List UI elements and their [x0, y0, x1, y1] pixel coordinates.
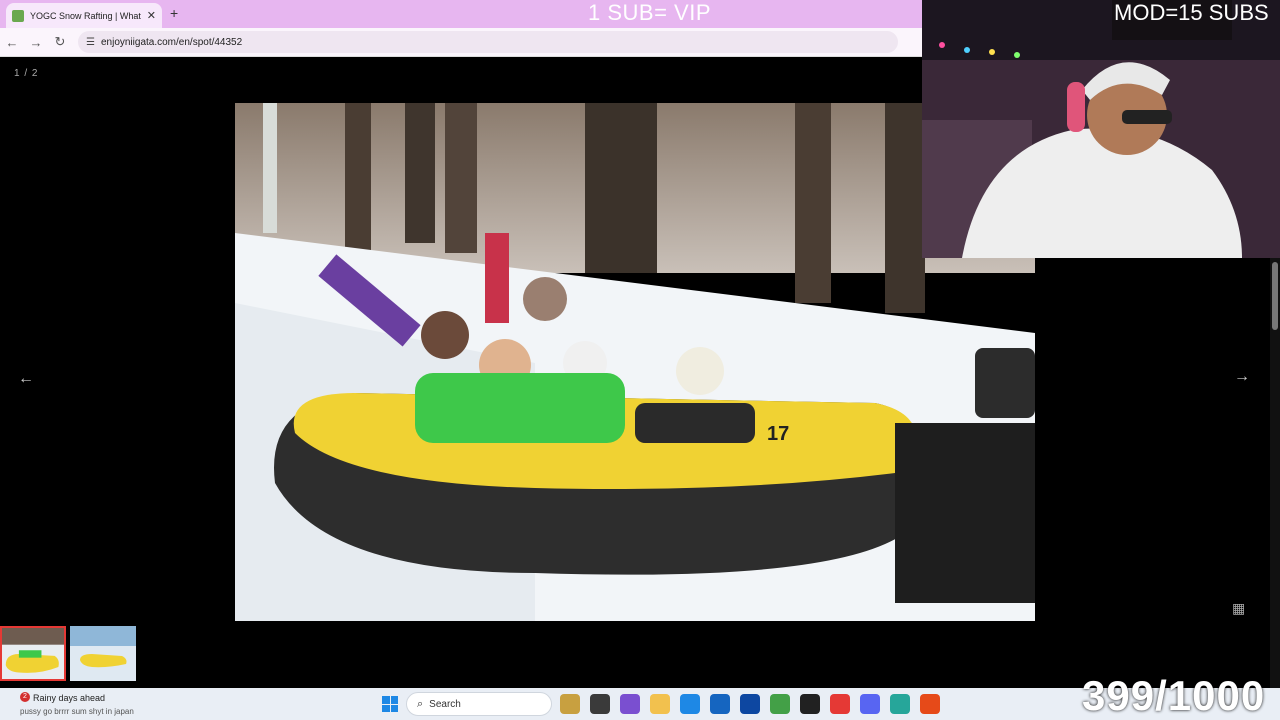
streamer-webcam — [922, 0, 1280, 258]
file-explorer-icon[interactable] — [650, 694, 670, 714]
forward-arrow-icon[interactable]: → — [24, 35, 48, 50]
stream-overlay-progress-counter: 399/1000 — [1082, 672, 1266, 719]
discord-icon[interactable] — [860, 694, 880, 714]
notepad-icon[interactable] — [890, 694, 910, 714]
tab-title: YOGC Snow Rafting | What to Do in Niigat… — [30, 10, 141, 21]
screen: YOGC Snow Rafting | What to Do in Niigat… — [0, 0, 1280, 720]
outlook-icon[interactable] — [740, 694, 760, 714]
previous-image-arrow-icon[interactable]: ← — [18, 370, 34, 388]
search-icon: ⌕ — [417, 697, 424, 710]
site-favicon-icon — [12, 9, 24, 22]
scrollbar[interactable] — [1270, 258, 1280, 688]
svg-text:17: 17 — [767, 423, 789, 445]
pinned-apps — [560, 694, 940, 714]
gallery-grid-icon[interactable]: ▦ — [1232, 600, 1245, 617]
thumbnail-1[interactable] — [0, 626, 66, 681]
close-tab-icon[interactable]: ✕ — [147, 9, 156, 22]
site-info-icon[interactable]: ☰ — [86, 37, 95, 48]
app-icon-2[interactable] — [920, 694, 940, 714]
new-tab-button[interactable]: + — [170, 5, 178, 21]
taskbar-search[interactable]: ⌕ Search — [406, 692, 552, 716]
next-image-arrow-icon[interactable]: → — [1234, 368, 1250, 386]
url-field[interactable]: ☰ enjoyniigata.com/en/spot/44352 — [78, 31, 898, 53]
back-arrow-icon[interactable]: ← — [0, 35, 24, 50]
tab-bar: YOGC Snow Rafting | What to Do in Niigat… — [0, 0, 922, 28]
thumbnail-strip — [0, 626, 136, 682]
store-icon[interactable] — [710, 694, 730, 714]
stream-overlay-sub-vip: 1 SUB= VIP — [588, 0, 712, 25]
browser-tab[interactable]: YOGC Snow Rafting | What to Do in Niigat… — [6, 3, 162, 28]
snow-rafting-photo: 17 — [235, 103, 1035, 621]
chrome-profile-icon[interactable] — [830, 694, 850, 714]
notification-badge: 2 — [20, 692, 30, 702]
widget-icon[interactable] — [560, 694, 580, 714]
address-bar: ← → ↻ ☰ enjoyniigata.com/en/spot/44352 — [0, 28, 922, 57]
task-view-icon[interactable] — [590, 694, 610, 714]
windows-start-icon[interactable] — [382, 696, 398, 712]
edge-browser-icon[interactable] — [680, 694, 700, 714]
scrollbar-thumb[interactable] — [1272, 262, 1278, 330]
search-label: Search — [429, 698, 461, 710]
chat-ticker: pussy go brrrr sum shyt in japan — [20, 707, 134, 716]
app-icon-1[interactable] — [620, 694, 640, 714]
notification-title: Rainy days ahead — [33, 693, 106, 703]
obs-icon[interactable] — [800, 694, 820, 714]
reload-icon[interactable]: ↻ — [48, 34, 72, 50]
url-text: enjoyniigata.com/en/spot/44352 — [100, 36, 243, 48]
chrome-icon[interactable] — [770, 694, 790, 714]
gallery-counter: 1 / 2 — [14, 68, 39, 79]
stream-overlay-mod-subs: MOD=15 SUBS — [1114, 0, 1269, 25]
thumbnail-2[interactable] — [70, 626, 136, 681]
